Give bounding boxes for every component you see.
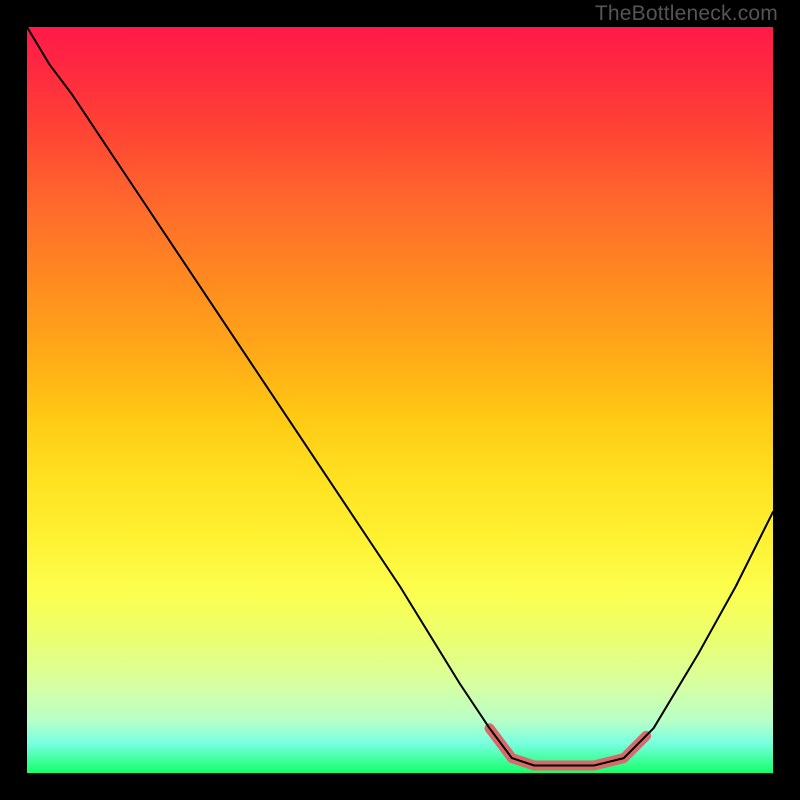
watermark-text: TheBottleneck.com <box>595 2 778 26</box>
highlight-path <box>490 728 647 765</box>
curve-svg <box>27 27 773 773</box>
plot-area <box>27 27 773 773</box>
chart-container: TheBottleneck.com <box>0 0 800 800</box>
curve-path <box>27 27 773 766</box>
